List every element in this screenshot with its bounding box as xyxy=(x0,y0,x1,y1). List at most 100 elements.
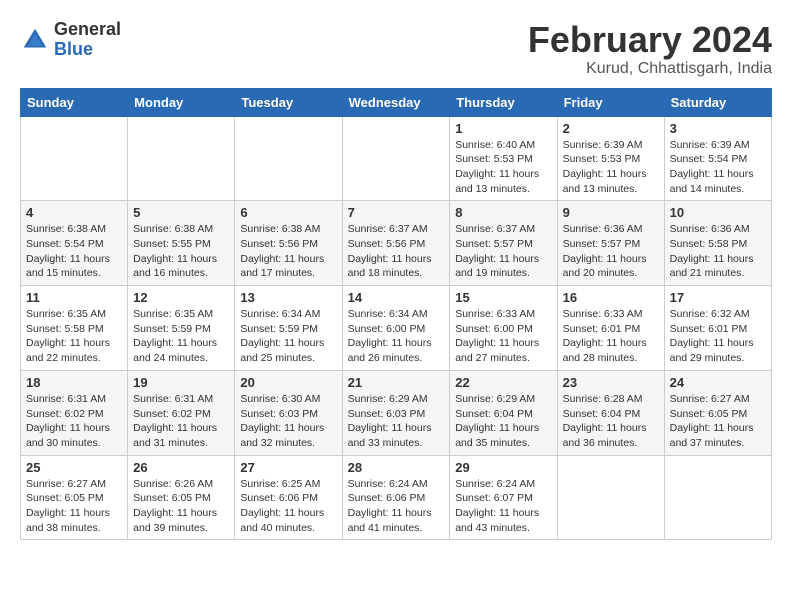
logo: General Blue xyxy=(20,20,121,60)
month-title: February 2024 xyxy=(528,20,772,60)
day-number: 21 xyxy=(348,375,445,390)
day-info: Sunrise: 6:29 AM Sunset: 6:03 PM Dayligh… xyxy=(348,392,445,451)
calendar-cell: 4 Sunrise: 6:38 AM Sunset: 5:54 PM Daylig… xyxy=(21,201,128,286)
day-info: Sunrise: 6:29 AM Sunset: 6:04 PM Dayligh… xyxy=(455,392,551,451)
day-number: 18 xyxy=(26,375,122,390)
day-info: Sunrise: 6:39 AM Sunset: 5:53 PM Dayligh… xyxy=(563,138,659,197)
day-number: 14 xyxy=(348,290,445,305)
day-number: 12 xyxy=(133,290,229,305)
day-info: Sunrise: 6:33 AM Sunset: 6:00 PM Dayligh… xyxy=(455,307,551,366)
calendar-header-thursday: Thursday xyxy=(450,88,557,116)
calendar-cell: 16Sunrise: 6:33 AM Sunset: 6:01 PM Dayli… xyxy=(557,286,664,371)
calendar-cell: 13 Sunrise: 6:34 AM Sunset: 5:59 PM Dayli… xyxy=(235,286,342,371)
calendar-cell: 23 Sunrise: 6:28 AM Sunset: 6:04 PM Dayli… xyxy=(557,370,664,455)
day-info: Sunrise: 6:27 AM Sunset: 6:05 PM Dayligh… xyxy=(26,477,122,536)
day-number: 6 xyxy=(240,205,336,220)
location-subtitle: Kurud, Chhattisgarh, India xyxy=(528,60,772,78)
calendar-header-monday: Monday xyxy=(128,88,235,116)
calendar-cell: 5Sunrise: 6:38 AM Sunset: 5:55 PM Daylig… xyxy=(128,201,235,286)
day-info: Sunrise: 6:31 AM Sunset: 6:02 PM Dayligh… xyxy=(26,392,122,451)
calendar-header-wednesday: Wednesday xyxy=(342,88,450,116)
calendar-cell xyxy=(21,116,128,201)
calendar-week-5: 25 Sunrise: 6:27 AM Sunset: 6:05 PM Dayli… xyxy=(21,455,772,540)
day-info: Sunrise: 6:36 AM Sunset: 5:58 PM Dayligh… xyxy=(670,222,766,281)
day-number: 22 xyxy=(455,375,551,390)
day-number: 13 xyxy=(240,290,336,305)
day-number: 7 xyxy=(348,205,445,220)
calendar-week-2: 4 Sunrise: 6:38 AM Sunset: 5:54 PM Daylig… xyxy=(21,201,772,286)
day-info: Sunrise: 6:35 AM Sunset: 5:59 PM Dayligh… xyxy=(133,307,229,366)
calendar-table: SundayMondayTuesdayWednesdayThursdayFrid… xyxy=(20,88,772,541)
day-number: 28 xyxy=(348,460,445,475)
logo-blue-text: Blue xyxy=(54,40,121,60)
day-number: 2 xyxy=(563,121,659,136)
day-number: 4 xyxy=(26,205,122,220)
day-number: 23 xyxy=(563,375,659,390)
title-area: February 2024 Kurud, Chhattisgarh, India xyxy=(528,20,772,78)
day-info: Sunrise: 6:27 AM Sunset: 6:05 PM Dayligh… xyxy=(670,392,766,451)
day-info: Sunrise: 6:32 AM Sunset: 6:01 PM Dayligh… xyxy=(670,307,766,366)
day-info: Sunrise: 6:34 AM Sunset: 6:00 PM Dayligh… xyxy=(348,307,445,366)
calendar-cell: 17 Sunrise: 6:32 AM Sunset: 6:01 PM Dayli… xyxy=(664,286,771,371)
day-number: 25 xyxy=(26,460,122,475)
calendar-cell: 6 Sunrise: 6:38 AM Sunset: 5:56 PM Daylig… xyxy=(235,201,342,286)
calendar-header-row: SundayMondayTuesdayWednesdayThursdayFrid… xyxy=(21,88,772,116)
day-info: Sunrise: 6:40 AM Sunset: 5:53 PM Dayligh… xyxy=(455,138,551,197)
header: General Blue February 2024 Kurud, Chhatt… xyxy=(20,20,772,78)
calendar-cell: 22 Sunrise: 6:29 AM Sunset: 6:04 PM Dayli… xyxy=(450,370,557,455)
day-number: 17 xyxy=(670,290,766,305)
calendar-week-4: 18 Sunrise: 6:31 AM Sunset: 6:02 PM Dayli… xyxy=(21,370,772,455)
day-number: 29 xyxy=(455,460,551,475)
calendar-cell: 27Sunrise: 6:25 AM Sunset: 6:06 PM Dayli… xyxy=(235,455,342,540)
day-info: Sunrise: 6:36 AM Sunset: 5:57 PM Dayligh… xyxy=(563,222,659,281)
calendar-cell: 11 Sunrise: 6:35 AM Sunset: 5:58 PM Dayli… xyxy=(21,286,128,371)
day-info: Sunrise: 6:38 AM Sunset: 5:55 PM Dayligh… xyxy=(133,222,229,281)
day-number: 8 xyxy=(455,205,551,220)
calendar-cell xyxy=(557,455,664,540)
calendar-cell xyxy=(664,455,771,540)
calendar-cell: 21 Sunrise: 6:29 AM Sunset: 6:03 PM Dayli… xyxy=(342,370,450,455)
day-info: Sunrise: 6:24 AM Sunset: 6:06 PM Dayligh… xyxy=(348,477,445,536)
logo-text: General Blue xyxy=(54,20,121,60)
day-number: 1 xyxy=(455,121,551,136)
day-number: 26 xyxy=(133,460,229,475)
calendar-cell xyxy=(342,116,450,201)
calendar-week-3: 11 Sunrise: 6:35 AM Sunset: 5:58 PM Dayli… xyxy=(21,286,772,371)
calendar-header-sunday: Sunday xyxy=(21,88,128,116)
day-info: Sunrise: 6:26 AM Sunset: 6:05 PM Dayligh… xyxy=(133,477,229,536)
day-info: Sunrise: 6:34 AM Sunset: 5:59 PM Dayligh… xyxy=(240,307,336,366)
day-number: 20 xyxy=(240,375,336,390)
calendar-cell: 15Sunrise: 6:33 AM Sunset: 6:00 PM Dayli… xyxy=(450,286,557,371)
day-number: 10 xyxy=(670,205,766,220)
calendar-header-friday: Friday xyxy=(557,88,664,116)
day-info: Sunrise: 6:38 AM Sunset: 5:54 PM Dayligh… xyxy=(26,222,122,281)
calendar-cell: 2 Sunrise: 6:39 AM Sunset: 5:53 PM Daylig… xyxy=(557,116,664,201)
day-info: Sunrise: 6:31 AM Sunset: 6:02 PM Dayligh… xyxy=(133,392,229,451)
calendar-cell: 20 Sunrise: 6:30 AM Sunset: 6:03 PM Dayli… xyxy=(235,370,342,455)
calendar-cell: 10 Sunrise: 6:36 AM Sunset: 5:58 PM Dayli… xyxy=(664,201,771,286)
calendar-cell: 9 Sunrise: 6:36 AM Sunset: 5:57 PM Daylig… xyxy=(557,201,664,286)
calendar-cell: 28 Sunrise: 6:24 AM Sunset: 6:06 PM Dayli… xyxy=(342,455,450,540)
calendar-week-1: 1 Sunrise: 6:40 AM Sunset: 5:53 PM Daylig… xyxy=(21,116,772,201)
day-number: 11 xyxy=(26,290,122,305)
day-info: Sunrise: 6:37 AM Sunset: 5:57 PM Dayligh… xyxy=(455,222,551,281)
day-number: 9 xyxy=(563,205,659,220)
day-info: Sunrise: 6:28 AM Sunset: 6:04 PM Dayligh… xyxy=(563,392,659,451)
calendar-cell: 24 Sunrise: 6:27 AM Sunset: 6:05 PM Dayli… xyxy=(664,370,771,455)
day-info: Sunrise: 6:38 AM Sunset: 5:56 PM Dayligh… xyxy=(240,222,336,281)
logo-general-text: General xyxy=(54,20,121,40)
calendar-cell: 12 Sunrise: 6:35 AM Sunset: 5:59 PM Dayli… xyxy=(128,286,235,371)
day-number: 27 xyxy=(240,460,336,475)
logo-icon xyxy=(20,25,50,55)
day-number: 24 xyxy=(670,375,766,390)
calendar-cell: 1 Sunrise: 6:40 AM Sunset: 5:53 PM Daylig… xyxy=(450,116,557,201)
calendar-cell xyxy=(128,116,235,201)
day-number: 3 xyxy=(670,121,766,136)
calendar-cell: 7Sunrise: 6:37 AM Sunset: 5:56 PM Daylig… xyxy=(342,201,450,286)
day-info: Sunrise: 6:30 AM Sunset: 6:03 PM Dayligh… xyxy=(240,392,336,451)
day-number: 16 xyxy=(563,290,659,305)
calendar-cell: 3 Sunrise: 6:39 AM Sunset: 5:54 PM Daylig… xyxy=(664,116,771,201)
calendar-cell: 18 Sunrise: 6:31 AM Sunset: 6:02 PM Dayli… xyxy=(21,370,128,455)
day-info: Sunrise: 6:35 AM Sunset: 5:58 PM Dayligh… xyxy=(26,307,122,366)
day-info: Sunrise: 6:39 AM Sunset: 5:54 PM Dayligh… xyxy=(670,138,766,197)
